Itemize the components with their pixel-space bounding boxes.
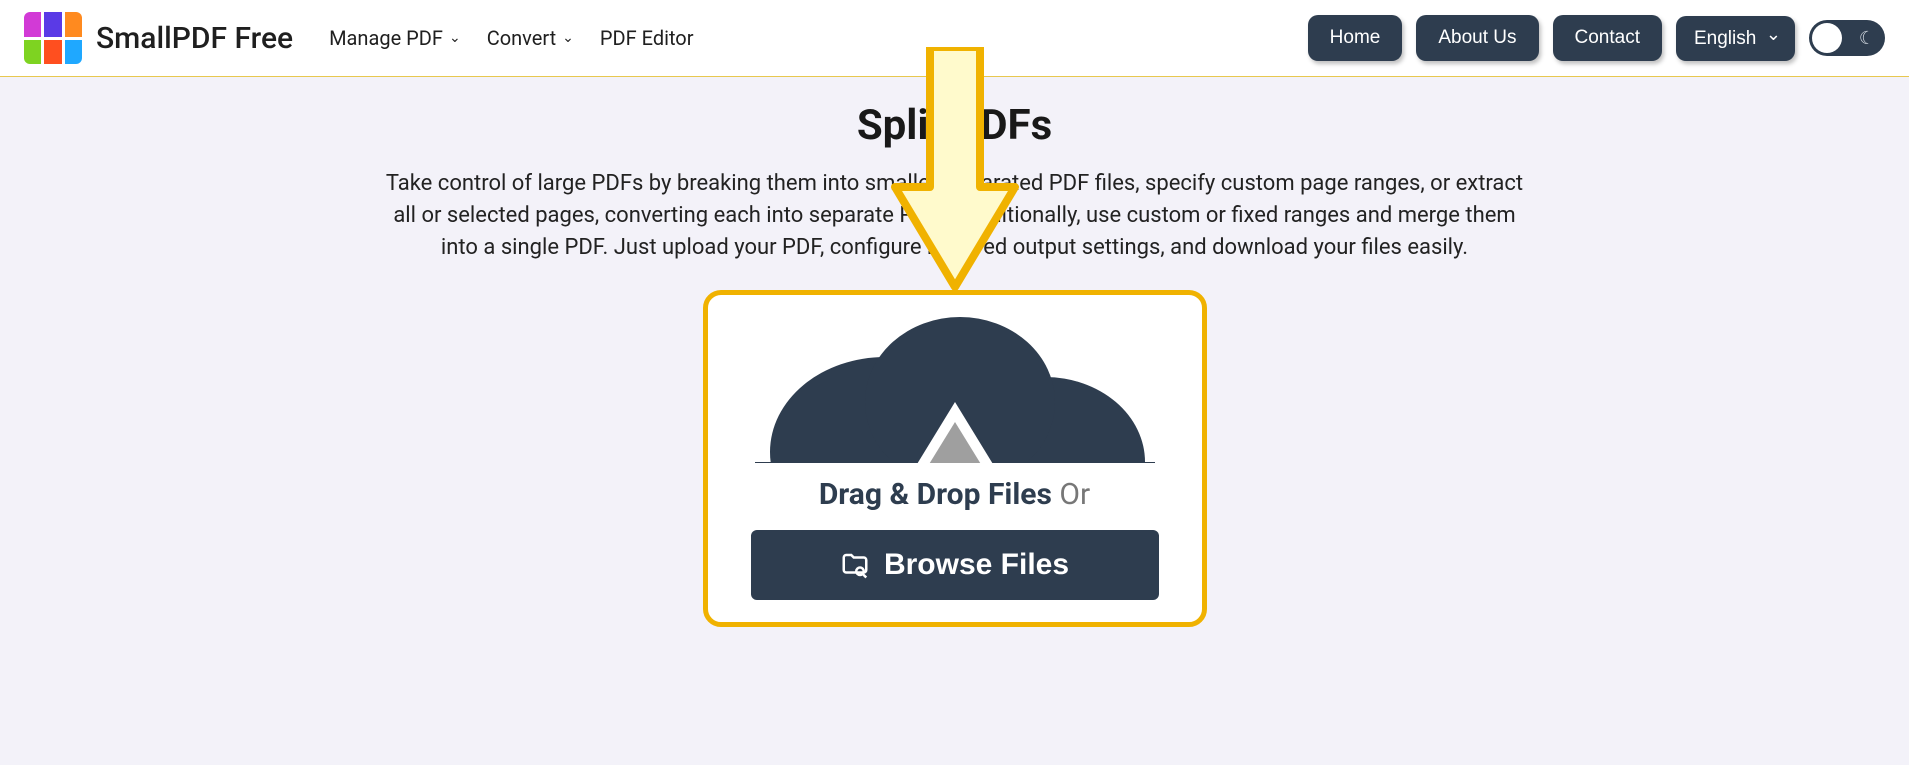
header: SmallPDF Free Manage PDF ⌄ Convert ⌄ PDF…	[0, 0, 1909, 77]
upload-dropzone[interactable]: Drag & Drop Files Or Browse Files	[703, 290, 1207, 627]
main-nav: Manage PDF ⌄ Convert ⌄ PDF Editor	[329, 26, 693, 50]
main-content: Split PDFs Take control of large PDFs by…	[255, 77, 1655, 667]
language-select[interactable]: English	[1676, 16, 1795, 61]
dark-mode-toggle[interactable]: ☾	[1809, 20, 1885, 56]
page-title: Split PDFs	[275, 101, 1635, 150]
nav-convert[interactable]: Convert ⌄	[487, 26, 574, 50]
nav-manage-pdf[interactable]: Manage PDF ⌄	[329, 26, 461, 50]
nav-label: PDF Editor	[600, 26, 694, 50]
right-nav: Home About Us Contact English ☾	[1308, 15, 1885, 61]
nav-pdf-editor[interactable]: PDF Editor	[600, 26, 694, 50]
browse-files-button[interactable]: Browse Files	[751, 530, 1159, 600]
page-description: Take control of large PDFs by breaking t…	[375, 168, 1535, 264]
or-label: Or	[1059, 477, 1090, 512]
browse-label: Browse Files	[884, 548, 1069, 582]
brand-name: SmallPDF Free	[96, 21, 293, 56]
logo-icon	[24, 12, 82, 64]
chevron-down-icon: ⌄	[562, 30, 574, 46]
nav-label: Convert	[487, 26, 556, 50]
about-us-button[interactable]: About Us	[1416, 15, 1538, 61]
drag-drop-label: Drag & Drop Files	[819, 477, 1052, 512]
nav-label: Manage PDF	[329, 26, 443, 50]
folder-search-icon	[840, 550, 870, 580]
language-select-wrap: English	[1676, 16, 1795, 61]
toggle-knob	[1812, 23, 1842, 53]
moon-icon: ☾	[1859, 28, 1875, 49]
contact-button[interactable]: Contact	[1553, 15, 1662, 61]
drag-drop-text: Drag & Drop Files Or	[708, 477, 1202, 512]
home-button[interactable]: Home	[1308, 15, 1403, 61]
chevron-down-icon: ⌄	[449, 30, 461, 46]
cloud-upload-icon	[735, 307, 1175, 463]
cloud-illustration	[708, 295, 1202, 463]
logo-block[interactable]: SmallPDF Free	[24, 12, 293, 64]
